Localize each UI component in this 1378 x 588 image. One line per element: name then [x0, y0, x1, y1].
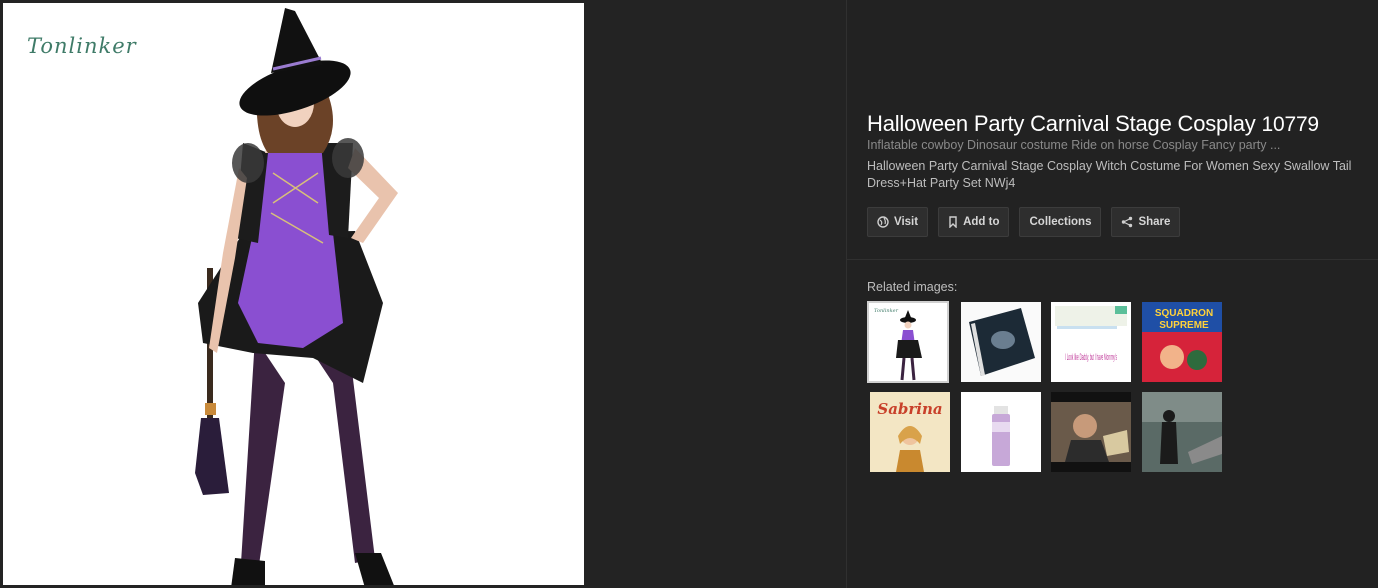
share-icon [1122, 216, 1133, 228]
share-button[interactable]: Share [1111, 207, 1181, 237]
thumb-image [1142, 392, 1222, 472]
image-description: Halloween Party Carnival Stage Cosplay W… [867, 159, 1352, 190]
related-thumb-witch[interactable]: Tonlinker [867, 301, 949, 383]
thumb-onesie-text: I Look like Daddy, but I have Mommy's [1065, 352, 1117, 362]
details-panel: Halloween Party Carnival Stage Cosplay 1… [847, 0, 1378, 588]
thumb-watermark: Tonlinker [874, 308, 899, 314]
bookmark-icon [949, 216, 957, 228]
action-bar: Visit Add to Collections Share [867, 207, 1181, 237]
collections-button[interactable]: Collections [1019, 207, 1102, 237]
related-thumb-bottle[interactable] [961, 392, 1041, 472]
related-thumb-comic[interactable]: SQUADRON SUPREME [1142, 302, 1222, 382]
thumb-comic-title-1: SQUADRON [1155, 308, 1213, 319]
related-thumb-notebook[interactable] [961, 302, 1041, 382]
image-source-text: Inflatable cowboy Dinosaur costume Ride … [867, 138, 1281, 152]
thumb-image [1051, 392, 1131, 472]
add-to-button[interactable]: Add to [938, 207, 1010, 237]
thumb-comic-title-2: SUPREME [1159, 320, 1209, 331]
related-thumb-game[interactable] [1142, 392, 1222, 472]
thumb-image: SQUADRON SUPREME [1142, 302, 1222, 382]
thumb-image [961, 302, 1041, 382]
globe-icon [877, 216, 889, 228]
thumb-sabrina-title: Sabrina [877, 400, 942, 418]
related-images-label: Related images: [867, 280, 958, 294]
image-title[interactable]: Halloween Party Carnival Stage Cosplay 1… [867, 111, 1372, 137]
thumb-image: Tonlinker [868, 302, 948, 382]
related-thumb-onesie[interactable]: I Look like Daddy, but I have Mommy's [1051, 302, 1131, 382]
watermark-text: Tonlinker [27, 34, 137, 58]
share-button-label: Share [1138, 216, 1171, 228]
image-title-number[interactable]: 10779 [1262, 113, 1320, 136]
thumb-image: Sabrina [870, 392, 950, 472]
thumb-image [961, 392, 1041, 472]
visit-button-label: Visit [894, 216, 919, 228]
visit-button[interactable]: Visit [867, 207, 929, 237]
thumb-image: I Look like Daddy, but I have Mommy's [1051, 302, 1131, 382]
related-thumb-sabrina[interactable]: Sabrina [870, 392, 950, 472]
image-title-text[interactable]: Halloween Party Carnival Stage Cosplay [867, 111, 1256, 136]
preview-image[interactable]: Tonlinker [3, 3, 584, 585]
related-thumb-video[interactable] [1051, 392, 1131, 472]
section-divider [847, 259, 1378, 260]
image-preview-pane: Tonlinker [0, 0, 846, 588]
add-to-button-label: Add to [963, 216, 1000, 228]
witch-costume-figure [195, 8, 398, 585]
collections-button-label: Collections [1029, 216, 1092, 228]
